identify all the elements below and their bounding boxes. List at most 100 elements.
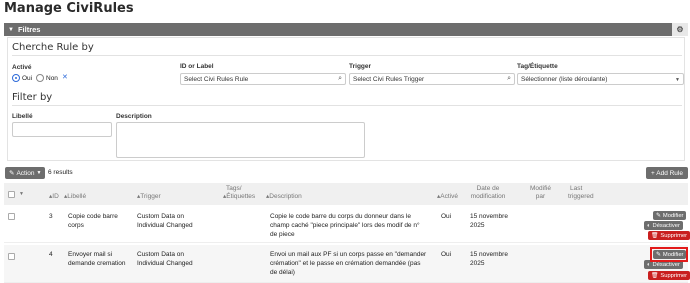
delete-button[interactable]: 🗑 Supprimer <box>648 231 690 240</box>
col-header-date[interactable]: Date de modification <box>470 185 506 201</box>
row-libelle-line2: demande cremation <box>68 260 126 267</box>
active-label: Activé <box>12 64 32 71</box>
toggle-icon: ◐ <box>647 261 651 268</box>
table-header: ▼ ▴ID ▴Libellé ▴Trigger Tags/ ▴Étiquette… <box>4 183 688 205</box>
radio-selected-icon <box>12 74 20 82</box>
gear-icon[interactable]: ⚙ <box>672 23 688 36</box>
row-description-line1: Envoi un mail aux PF si un corps passe e… <box>270 251 427 258</box>
row-id: 3 <box>49 213 53 220</box>
row-libelle-line2: corps <box>68 222 84 229</box>
tag-select[interactable]: Sélectionner (liste déroulante) ▼ <box>517 73 684 85</box>
col-header-date-line1: Date de <box>476 185 500 192</box>
row-date-line1: 15 novembre <box>470 251 508 258</box>
active-radio-no[interactable]: Non <box>36 74 58 82</box>
edit-button-label: Modifier <box>662 212 684 219</box>
action-button-label: Action <box>16 169 35 177</box>
tag-label: Tag/Étiquette <box>517 63 558 70</box>
clear-active-icon[interactable]: ✕ <box>62 73 68 81</box>
filters-toggle-bar[interactable]: ▼ Filtres ⚙ <box>4 23 688 36</box>
col-header-modified-by[interactable]: Modifié par <box>530 185 551 201</box>
row-date-line2: 2025 <box>470 222 485 229</box>
search-icon: ⌕ <box>507 75 511 82</box>
row-libelle: Copie code barre corps <box>68 212 118 230</box>
delete-button-label: Supprimer <box>660 232 688 239</box>
col-header-trigger-label: Trigger <box>140 193 161 200</box>
row-description-line3: de délai) <box>270 269 295 276</box>
col-header-trigger[interactable]: ▴Trigger <box>137 193 161 201</box>
col-header-date-line2: modification <box>470 193 506 200</box>
caret-down-icon: ▼ <box>8 26 14 33</box>
active-radio-yes[interactable]: Oui <box>12 74 32 82</box>
row-description-line2: crémation" et le passe en crémation dema… <box>270 260 421 267</box>
col-header-tags[interactable]: Tags/ ▴Étiquettes <box>223 185 255 201</box>
radio-unselected-icon <box>36 74 44 82</box>
col-header-description[interactable]: ▴Description <box>266 193 302 201</box>
col-header-tags-line1: Tags/ <box>226 185 242 192</box>
row-description: Copie le code barre du corps du donneur … <box>270 212 420 239</box>
row-libelle-line1: Envoyer mail si <box>68 251 113 258</box>
trigger-select[interactable]: Select Civi Rules Trigger ⌕ <box>349 73 515 85</box>
caret-down-icon[interactable]: ▼ <box>19 191 24 197</box>
row-active: Oui <box>441 251 452 258</box>
toggle-icon: ◐ <box>647 222 651 229</box>
highlight-box <box>650 247 688 262</box>
description-textarea[interactable] <box>116 122 365 158</box>
delete-button[interactable]: 🗑 Supprimer <box>648 271 690 280</box>
divider <box>12 55 682 56</box>
action-button[interactable]: ✎ Action ▼ <box>5 167 46 179</box>
filters-bar-label: Filtres <box>17 25 41 34</box>
row-description-line3: de piece <box>270 231 295 238</box>
row-active: Oui <box>441 213 452 220</box>
row-trigger-line2: Individual Changed <box>137 222 193 229</box>
col-header-id-label: ID <box>52 193 59 200</box>
col-header-libelle[interactable]: ▴Libellé <box>64 193 86 201</box>
edit-button[interactable]: ✎ Modifier <box>653 211 687 220</box>
active-radio-yes-label: Oui <box>22 74 33 82</box>
caret-down-icon: ▼ <box>675 77 680 83</box>
col-header-id[interactable]: ▴ID <box>49 193 59 201</box>
search-section-title: Cherche Rule by <box>12 42 94 53</box>
select-all-checkbox[interactable] <box>8 191 15 198</box>
libelle-input[interactable] <box>12 122 112 137</box>
row-checkbox[interactable] <box>8 213 15 220</box>
row-libelle: Envoyer mail si demande cremation <box>68 250 125 268</box>
row-date-line1: 15 novembre <box>470 213 508 220</box>
row-description-line1: Copie le code barre du corps du donneur … <box>270 213 411 220</box>
col-header-last-line2: triggered <box>568 193 594 200</box>
row-checkbox[interactable] <box>8 253 15 260</box>
divider <box>12 105 682 106</box>
filter-section-title: Filter by <box>12 92 53 103</box>
libelle-label: Libellé <box>12 113 33 120</box>
search-icon: ⌕ <box>338 75 342 82</box>
tag-select-value: Sélectionner (liste déroulante) <box>521 75 608 83</box>
table-row: 4 Envoyer mail si demande cremation Cust… <box>4 245 690 283</box>
disable-button[interactable]: ◐ Désactiver <box>644 221 683 230</box>
row-date-line2: 2025 <box>470 260 485 267</box>
disable-button-label: Désactiver <box>652 261 680 268</box>
col-header-libelle-label: Libellé <box>67 193 87 200</box>
row-description: Envoi un mail aux PF si un corps passe e… <box>270 250 426 277</box>
pencil-icon: ✎ <box>656 212 661 219</box>
disable-button-label: Désactiver <box>652 222 680 229</box>
col-header-last-triggered[interactable]: Last triggered <box>568 185 594 201</box>
results-count: 6 results <box>48 169 73 176</box>
row-trigger: Custom Data on Individual Changed <box>137 212 193 230</box>
col-header-active[interactable]: ▴Activé <box>437 193 458 201</box>
row-trigger: Custom Data on Individual Changed <box>137 250 193 268</box>
active-radio-no-label: Non <box>46 74 58 82</box>
caret-down-icon: ▼ <box>36 170 42 176</box>
id-label-select[interactable]: Select Civi Rules Rule ⌕ <box>180 73 346 85</box>
row-trigger-line2: Individual Changed <box>137 260 193 267</box>
row-trigger-line1: Custom Data on <box>137 213 184 220</box>
row-date: 15 novembre 2025 <box>470 250 508 268</box>
delete-button-label: Supprimer <box>660 272 688 279</box>
id-label-select-value: Select Civi Rules Rule <box>184 75 249 83</box>
row-libelle-line1: Copie code barre <box>68 213 118 220</box>
trigger-label: Trigger <box>349 63 372 70</box>
table-row: 3 Copie code barre corps Custom Data on … <box>4 207 690 243</box>
add-rule-button[interactable]: + Add Rule <box>646 167 688 179</box>
id-label-label: ID or Label <box>180 63 214 70</box>
filter-panel: Cherche Rule by Activé Oui Non ✕ ID or L… <box>7 37 685 161</box>
col-header-description-label: Description <box>269 193 302 200</box>
row-date: 15 novembre 2025 <box>470 212 508 230</box>
